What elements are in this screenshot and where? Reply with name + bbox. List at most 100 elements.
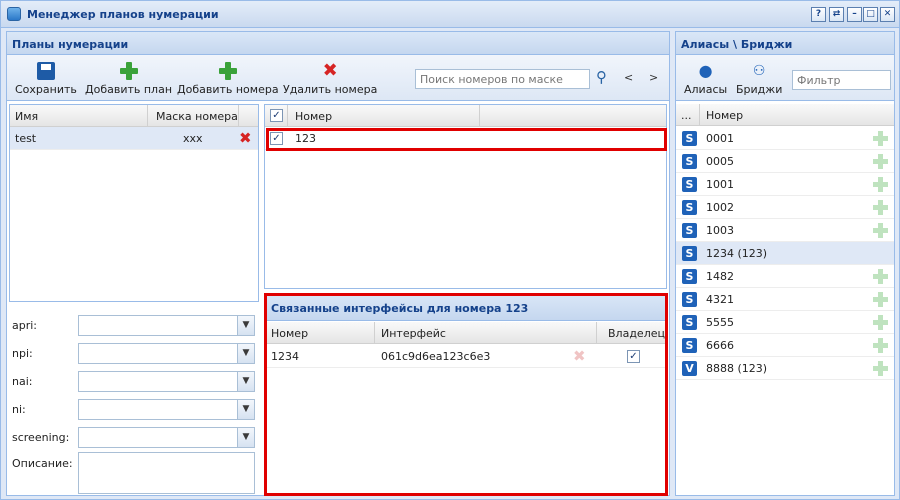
list-item[interactable]: S 1001 (676, 173, 894, 196)
window-title: Менеджер планов нумерации (27, 8, 219, 21)
alias-type-icon: S (682, 338, 697, 353)
add-alias-icon[interactable] (873, 269, 888, 284)
alias-type-icon: S (682, 269, 697, 284)
save-button[interactable]: Сохранить (15, 62, 77, 96)
col-name-header[interactable]: Имя (15, 110, 38, 123)
list-item[interactable]: S 0001 (676, 127, 894, 150)
list-item[interactable]: S 1002 (676, 196, 894, 219)
number-mask-search-input[interactable]: Поиск номеров по маске (415, 69, 590, 89)
save-icon (36, 62, 55, 80)
list-item[interactable]: S 1234 (123) (676, 242, 894, 265)
col-mask-header[interactable]: Маска номера (156, 110, 238, 123)
plans-panel-header: Планы нумерации (7, 32, 669, 55)
add-number-button[interactable]: Добавить номера (177, 62, 279, 96)
chevron-down-icon: ▼ (237, 372, 254, 391)
filter-input[interactable]: Фильтр (792, 70, 891, 90)
screening-select[interactable]: ▼ (78, 427, 255, 448)
alias-number: 1002 (706, 201, 734, 214)
add-alias-icon[interactable] (873, 361, 888, 376)
alias-number: 4321 (706, 293, 734, 306)
add-alias-icon[interactable] (873, 338, 888, 353)
alias-type-icon: S (682, 292, 697, 307)
aliases-toolbar: ● Алиасы ⚇ Бриджи Фильтр (676, 55, 894, 101)
minimize-button[interactable]: – (847, 7, 862, 22)
add-alias-icon[interactable] (873, 154, 888, 169)
title-bar: Менеджер планов нумерации ? ⇄ – □ ✕ (1, 1, 899, 28)
user-icon: ● (698, 61, 713, 80)
alias-type-icon: S (682, 315, 697, 330)
list-item[interactable]: S 4321 (676, 288, 894, 311)
numbers-grid-header: ✓ Номер (265, 105, 666, 127)
ni-select[interactable]: ▼ (78, 399, 255, 420)
add-alias-icon[interactable] (873, 315, 888, 330)
help-button[interactable]: ? (811, 7, 826, 22)
refresh-button[interactable]: ⇄ (829, 7, 844, 22)
table-row[interactable]: test xxx ✖ (10, 127, 258, 150)
aliases-panel-header: Алиасы \ Бриджи (676, 32, 894, 55)
alias-type-icon: S (682, 246, 697, 261)
alias-type-icon: S (682, 200, 697, 215)
delete-number-button[interactable]: ✖ Удалить номера (283, 62, 377, 97)
alias-type-icon: S (682, 131, 697, 146)
aliases-button[interactable]: ● Алиасы (684, 61, 727, 97)
alias-type-icon: V (682, 361, 697, 376)
alias-number: 1482 (706, 270, 734, 283)
chevron-down-icon: ▼ (237, 400, 254, 419)
alias-number: 5555 (706, 316, 734, 329)
apri-label: apri: (12, 319, 38, 332)
plan-mask: xxx (183, 132, 203, 145)
select-all-checkbox[interactable]: ✓ (270, 109, 283, 122)
alias-type-icon: S (682, 223, 697, 238)
chevron-down-icon: ▼ (237, 344, 254, 363)
next-page-button[interactable]: > (649, 71, 658, 84)
plus-icon (119, 62, 138, 80)
apri-select[interactable]: ▼ (78, 315, 255, 336)
screening-label: screening: (12, 431, 70, 444)
list-item[interactable]: S 0005 (676, 150, 894, 173)
alias-number: 6666 (706, 339, 734, 352)
list-item[interactable]: S 6666 (676, 334, 894, 357)
col-number-header[interactable]: Номер (295, 110, 332, 123)
bridges-button[interactable]: ⚇ Бриджи (736, 62, 782, 96)
alias-number: 1003 (706, 224, 734, 237)
add-alias-icon[interactable] (873, 223, 888, 238)
plans-panel: Планы нумерации Сохранить Добавить план … (6, 31, 670, 496)
add-alias-icon[interactable] (873, 200, 888, 215)
list-item[interactable]: S 5555 (676, 311, 894, 334)
plans-grid: Имя Маска номера test xxx ✖ (9, 104, 259, 302)
add-plan-button[interactable]: Добавить план (85, 62, 172, 96)
delete-plan-icon[interactable]: ✖ (239, 129, 252, 147)
chevron-down-icon: ▼ (237, 316, 254, 335)
selected-number-highlight (266, 128, 667, 151)
numbering-plan-manager-window: Менеджер планов нумерации ? ⇄ – □ ✕ План… (0, 0, 900, 500)
npi-select[interactable]: ▼ (78, 343, 255, 364)
list-item[interactable]: S 1482 (676, 265, 894, 288)
alias-number: 1001 (706, 178, 734, 191)
close-button[interactable]: ✕ (880, 7, 895, 22)
list-item[interactable]: S 1003 (676, 219, 894, 242)
plus-icon (218, 62, 237, 80)
add-alias-icon[interactable] (873, 131, 888, 146)
description-label: Описание: (12, 457, 73, 470)
col-dots-header[interactable]: ... (681, 109, 692, 122)
alias-type-icon: S (682, 154, 697, 169)
chevron-down-icon: ▼ (237, 428, 254, 447)
prev-page-button[interactable]: < (624, 71, 633, 84)
app-icon (7, 7, 21, 21)
plan-name: test (15, 132, 37, 145)
add-alias-icon[interactable] (873, 177, 888, 192)
add-alias-icon[interactable] (873, 292, 888, 307)
list-item[interactable]: V 8888 (123) (676, 357, 894, 380)
nai-select[interactable]: ▼ (78, 371, 255, 392)
aliases-panel: Алиасы \ Бриджи ● Алиасы ⚇ Бриджи Фильтр… (675, 31, 895, 496)
nai-label: nai: (12, 375, 33, 388)
alias-type-icon: S (682, 177, 697, 192)
description-textarea[interactable] (78, 452, 255, 494)
linked-interfaces-highlight (264, 293, 668, 496)
col-number-header[interactable]: Номер (706, 109, 743, 122)
ni-label: ni: (12, 403, 26, 416)
bridge-icon: ⚇ (752, 63, 766, 79)
search-icon[interactable]: ⚲ (596, 68, 607, 86)
maximize-button[interactable]: □ (863, 7, 878, 22)
alias-number: 0001 (706, 132, 734, 145)
